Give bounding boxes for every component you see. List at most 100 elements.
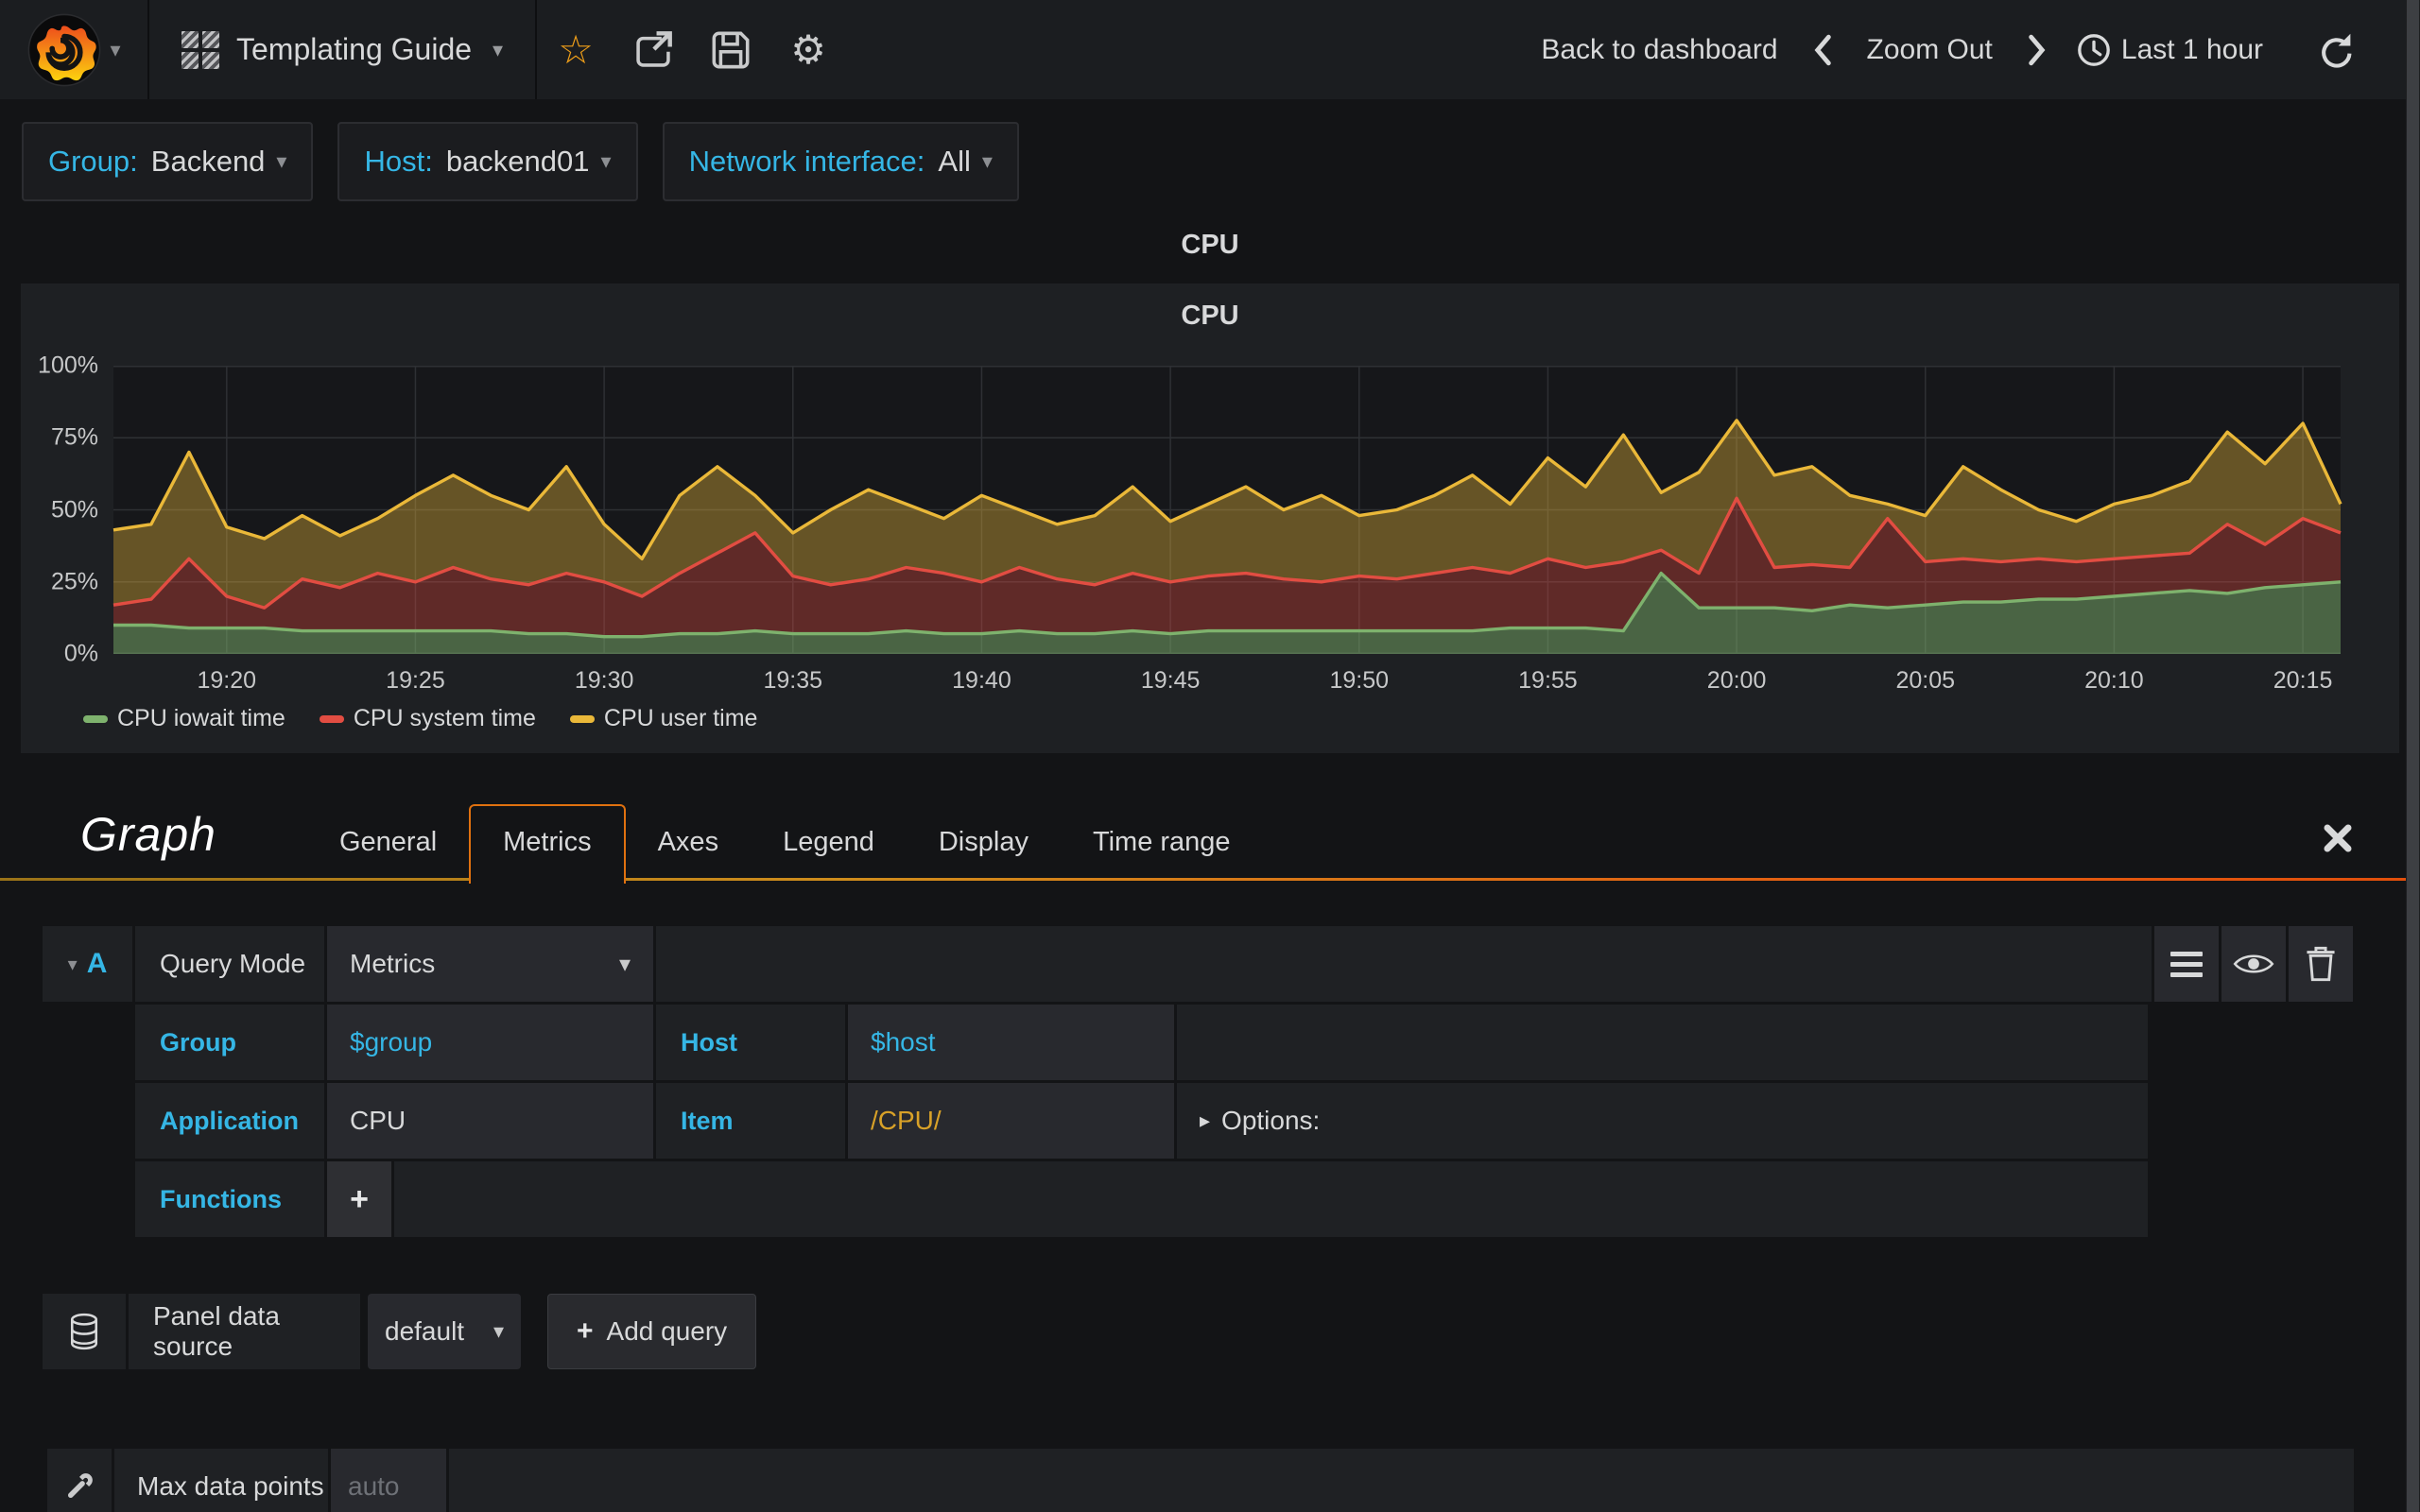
tab-legend[interactable]: Legend	[751, 806, 907, 881]
datasource-icon-cell	[43, 1294, 126, 1369]
y-axis-tick-label: 50%	[50, 496, 98, 523]
save-dashboard-button[interactable]	[692, 0, 769, 99]
x-axis: 19:20 19:25 19:30 19:35 19:40 19:45 19:50 19:55…	[113, 654, 2341, 701]
y-axis-tick-label: 100%	[38, 352, 98, 379]
triangle-right-icon: ▸	[1200, 1108, 1211, 1132]
field-value-host[interactable]: $host	[848, 1005, 1174, 1080]
tab-metrics[interactable]: Metrics	[469, 804, 626, 884]
tab-display[interactable]: Display	[907, 806, 1061, 881]
field-value-group[interactable]: $group	[327, 1005, 653, 1080]
query-collapse-toggle[interactable]: ▾ A	[43, 926, 132, 1002]
field-value-application[interactable]: CPU	[327, 1083, 653, 1159]
x-axis-tick-label: 19:20	[197, 667, 257, 694]
x-axis-tick-label: 20:00	[1706, 667, 1767, 694]
query-row-functions: Functions +	[135, 1161, 2148, 1237]
caret-down-icon: ▾	[67, 954, 78, 975]
datasource-label: Panel data source	[129, 1294, 360, 1369]
x-axis-tick-label: 19:55	[1518, 667, 1578, 694]
grafana-menu-button[interactable]: ▾	[0, 0, 149, 99]
scrollbar-thumb[interactable]	[2407, 0, 2419, 1512]
query-editor: ▾ A Query Mode Metrics ▾ Group $group Ho…	[0, 926, 2420, 1237]
variable-value: backend01	[445, 145, 590, 178]
share-icon	[636, 30, 672, 67]
query-mode-select[interactable]: Metrics ▾	[327, 926, 653, 1002]
field-value-item[interactable]: /CPU/	[848, 1083, 1174, 1159]
variable-label: Network interface:	[688, 145, 925, 178]
legend-color-swatch	[569, 714, 595, 723]
dashboard-title-dropdown[interactable]: Templating Guide ▾	[149, 0, 538, 99]
query-menu-button[interactable]	[2154, 926, 2219, 1002]
options-toggle[interactable]: ▸ Options:	[1177, 1083, 2148, 1159]
save-icon	[712, 31, 750, 68]
x-axis-tick-label: 19:35	[763, 667, 823, 694]
x-axis-tick-label: 20:10	[2084, 667, 2144, 694]
top-navbar: ▾ Templating Guide ▾ ☆ ⚙ Back to dashboa…	[0, 0, 2406, 99]
scrollbar[interactable]	[2406, 0, 2420, 1512]
grafana-logo-icon	[28, 13, 101, 86]
datasource-value: default	[385, 1316, 465, 1346]
query-row-application-item: Application CPU Item /CPU/ ▸ Options:	[135, 1083, 2148, 1159]
legend-item[interactable]: CPU system time	[319, 705, 536, 732]
caret-down-icon: ▾	[110, 37, 121, 61]
star-dashboard-button[interactable]: ☆	[537, 0, 614, 99]
variable-group-dropdown[interactable]: Group: Backend ▾	[22, 122, 314, 201]
variable-label: Group:	[48, 145, 138, 178]
mdp-row-filler	[449, 1449, 2354, 1512]
field-label-item: Item	[656, 1083, 845, 1159]
panel-title[interactable]: CPU	[21, 284, 2399, 343]
tab-general[interactable]: General	[307, 806, 469, 881]
gear-icon: ⚙	[790, 26, 826, 72]
panel-editor: Graph General Metrics Axes Legend Displa…	[0, 804, 2420, 1512]
variable-network-interface-dropdown[interactable]: Network interface: All ▾	[662, 122, 1019, 201]
legend-item[interactable]: CPU user time	[569, 705, 757, 732]
dashboard-settings-button[interactable]: ⚙	[769, 0, 847, 99]
close-editor-button[interactable]	[2322, 822, 2354, 854]
tab-axes[interactable]: Axes	[626, 806, 751, 881]
x-axis-tick-label: 19:45	[1140, 667, 1201, 694]
add-function-button[interactable]: +	[327, 1161, 391, 1237]
chevron-right-icon[interactable]	[2027, 34, 2048, 66]
y-axis-tick-label: 75%	[50, 423, 98, 451]
refresh-icon	[2322, 33, 2352, 68]
caret-down-icon: ▾	[618, 951, 631, 977]
query-mode-label: Query Mode	[135, 926, 324, 1002]
add-query-button[interactable]: + Add query	[547, 1294, 757, 1369]
x-axis-tick-label: 20:05	[1895, 667, 1956, 694]
query-row-filler	[1177, 1005, 2148, 1080]
x-axis-tick-label: 19:40	[952, 667, 1011, 694]
variable-host-dropdown[interactable]: Host: backend01 ▾	[337, 122, 638, 201]
zoom-out-button[interactable]: Zoom Out	[1846, 34, 2014, 66]
caret-down-icon: ▾	[600, 149, 612, 173]
query-visibility-button[interactable]	[2221, 926, 2286, 1002]
refresh-button[interactable]	[2291, 31, 2363, 69]
datasource-select[interactable]: default ▾	[368, 1294, 521, 1369]
editor-panel-type: Graph	[80, 808, 216, 861]
query-mode-value: Metrics	[350, 949, 436, 978]
star-icon: ☆	[558, 26, 594, 72]
wrench-icon	[67, 1473, 93, 1499]
legend-item[interactable]: CPU iowait time	[83, 705, 285, 732]
mdp-icon-cell	[47, 1449, 112, 1512]
tab-time-range[interactable]: Time range	[1061, 806, 1263, 881]
y-axis-tick-label: 0%	[63, 640, 98, 667]
query-delete-button[interactable]	[2289, 926, 2353, 1002]
plus-icon: +	[350, 1180, 369, 1217]
chart-plot-area[interactable]	[112, 366, 2342, 654]
max-data-points-input[interactable]	[331, 1449, 446, 1512]
time-picker-button[interactable]: Last 1 hour	[2061, 32, 2278, 68]
chevron-left-icon[interactable]	[1812, 34, 1833, 66]
back-to-dashboard-button[interactable]: Back to dashboard	[1520, 34, 1798, 66]
clock-icon	[2078, 33, 2110, 66]
legend-series-name: CPU iowait time	[117, 705, 285, 731]
max-data-points-row: Max data points	[47, 1449, 2354, 1512]
field-label-application: Application	[135, 1083, 324, 1159]
query-row-filler	[656, 926, 2152, 1002]
options-label: Options:	[1221, 1106, 1321, 1135]
caret-down-icon: ▾	[493, 37, 504, 61]
x-axis-tick-label: 19:25	[386, 667, 445, 694]
max-data-points-label: Max data points	[114, 1449, 328, 1512]
share-dashboard-button[interactable]	[614, 0, 692, 99]
chart-legend: CPU iowait time CPU system time CPU user t…	[21, 701, 2399, 749]
caret-down-icon: ▾	[981, 149, 993, 173]
caret-down-icon: ▾	[493, 1319, 504, 1343]
